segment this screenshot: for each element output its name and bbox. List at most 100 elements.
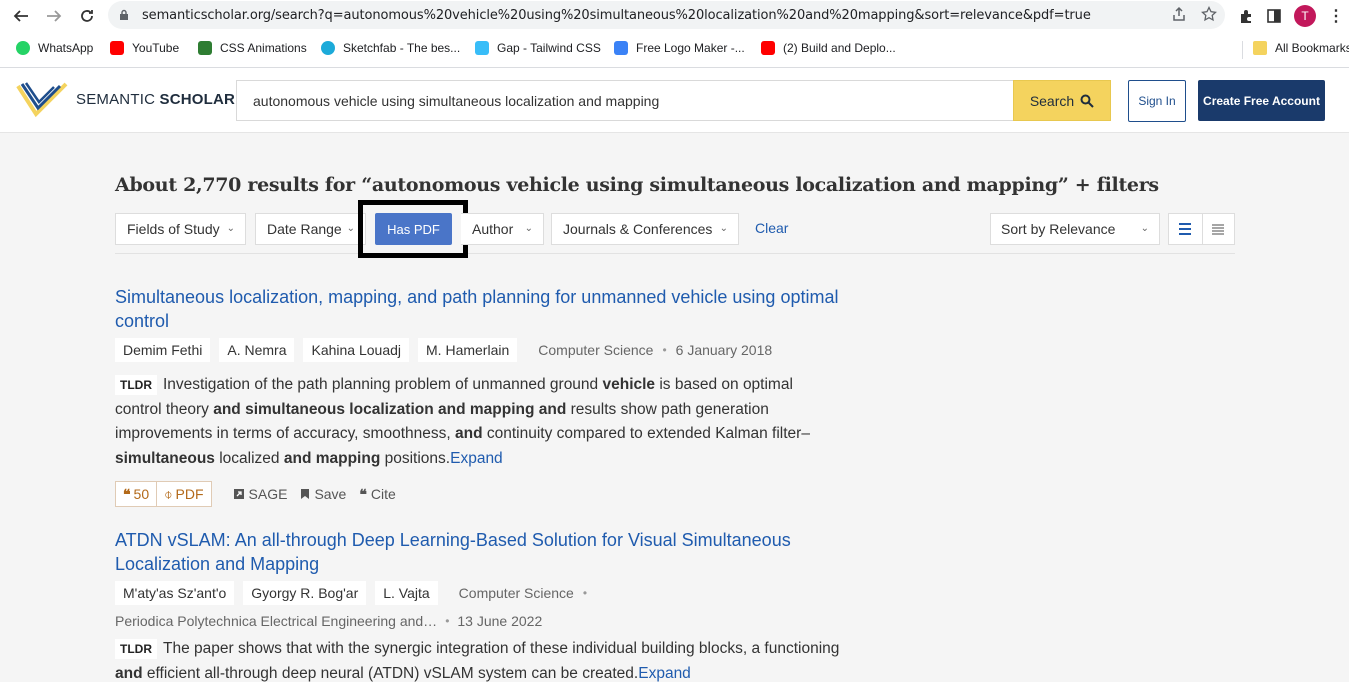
chevron-down-icon: ⌄ xyxy=(226,223,235,234)
source-link[interactable]: SAGE xyxy=(233,486,287,502)
tldr-badge: TLDR xyxy=(115,375,157,395)
semantic-scholar-logo-icon xyxy=(16,82,68,118)
has-pdf-filter[interactable]: Has PDF xyxy=(375,213,452,245)
citation-pdf-group: ❝ 50 ⌽ PDF xyxy=(115,481,212,507)
semantic-scholar-logo[interactable]: SEMANTIC SCHOLAR xyxy=(16,80,235,118)
filters-bar: Fields of Study ⌄ Date Range ⌄ Has PDF Aut… xyxy=(115,200,1235,258)
view-toggle xyxy=(1168,213,1235,245)
site-info-icon[interactable] xyxy=(118,9,130,21)
chevron-down-icon: ⌄ xyxy=(524,223,533,234)
author-filter[interactable]: Author ⌄ xyxy=(461,213,544,245)
result-meta: Demim Fethi A. Nemra Kahina Louadj M. Ha… xyxy=(115,338,855,362)
author-link[interactable]: L. Vajta xyxy=(375,581,438,605)
fields-of-study-filter[interactable]: Fields of Study ⌄ xyxy=(115,213,246,245)
search-button-label: Search xyxy=(1029,92,1075,109)
youtube-icon xyxy=(110,41,124,55)
external-link-icon xyxy=(233,489,244,499)
sketchfab-icon xyxy=(321,41,335,55)
chevron-down-icon: ⌄ xyxy=(1140,223,1149,234)
publication-date: 13 June 2022 xyxy=(457,613,543,629)
field-of-study: Computer Science xyxy=(458,585,574,601)
citation-count-button[interactable]: ❝ 50 xyxy=(116,482,156,506)
date-range-filter[interactable]: Date Range ⌄ xyxy=(255,213,366,245)
result-meta: M'aty'as Sz'ant'o Gyorgy R. Bog'ar L. Va… xyxy=(115,581,855,605)
search-button[interactable]: Search xyxy=(1013,80,1111,121)
bookmarks-divider xyxy=(1242,41,1243,59)
chevron-down-icon: ⌄ xyxy=(719,223,728,234)
results-heading: About 2,770 results for “autonomous vehi… xyxy=(115,174,1159,196)
bookmark-tailwind[interactable]: Gap - Tailwind CSS xyxy=(475,41,601,55)
compact-view-icon[interactable] xyxy=(1201,214,1235,244)
back-arrow-icon[interactable] xyxy=(10,5,32,27)
bookmarks-bar: WhatsApp YouTube CSS Animations Sketchfa… xyxy=(0,32,1349,68)
forward-arrow-icon[interactable] xyxy=(43,5,65,27)
address-bar[interactable]: semanticscholar.org/search?q=autonomous%… xyxy=(108,1,1225,29)
sort-select[interactable]: Sort by Relevance ⌄ xyxy=(990,213,1160,245)
quote-icon: ❝ xyxy=(123,485,131,502)
quote-icon: ❝ xyxy=(359,485,367,502)
list-view-icon[interactable] xyxy=(1169,214,1202,244)
extensions-icon[interactable] xyxy=(1238,8,1254,24)
tailwind-icon xyxy=(475,41,489,55)
all-bookmarks[interactable]: All Bookmarks xyxy=(1253,41,1349,55)
result-actions: ❝ 50 ⌽ PDF SAGE Save ❝ Cite xyxy=(115,481,855,507)
author-link[interactable]: M'aty'as Sz'ant'o xyxy=(115,581,235,605)
browser-menu-icon[interactable]: ⋮ xyxy=(1328,6,1344,26)
clear-filters-link[interactable]: Clear xyxy=(755,220,788,236)
author-link[interactable]: Kahina Louadj xyxy=(303,338,410,362)
logo-text-suffix: SCHOLAR xyxy=(159,90,236,108)
bookmark-youtube[interactable]: YouTube xyxy=(110,41,179,55)
youtube-icon xyxy=(761,41,775,55)
meta-separator: • xyxy=(445,614,450,628)
whatsapp-icon xyxy=(16,41,30,55)
result-title[interactable]: Simultaneous localization, mapping, and … xyxy=(115,285,855,333)
bookmark-icon xyxy=(301,489,310,499)
journals-conferences-filter[interactable]: Journals & Conferences ⌄ xyxy=(551,213,739,245)
expand-link[interactable]: Expand xyxy=(638,665,691,682)
tldr-summary: TLDR The paper shows that with the synerg… xyxy=(115,639,840,682)
venue-name[interactable]: Periodica Polytechnica Electrical Engine… xyxy=(115,613,437,629)
cite-button[interactable]: ❝ Cite xyxy=(359,486,395,503)
reload-icon[interactable] xyxy=(76,5,98,27)
tldr-badge: TLDR xyxy=(115,639,157,659)
logo-text-prefix: SEMANTIC xyxy=(76,90,156,108)
site-header: SEMANTIC SCHOLAR autonomous vehicle usin… xyxy=(0,68,1349,133)
meta-separator: • xyxy=(662,343,667,357)
browser-toolbar: semanticscholar.org/search?q=autonomous%… xyxy=(0,0,1349,32)
pdf-icon: ⌽ xyxy=(164,485,173,502)
search-result: ATDN vSLAM: An all-through Deep Learning… xyxy=(115,528,855,682)
sign-in-button[interactable]: Sign In xyxy=(1128,80,1186,122)
url-text: semanticscholar.org/search?q=autonomous%… xyxy=(142,7,1091,23)
bookmark-build-deploy[interactable]: (2) Build and Deplo... xyxy=(761,41,896,55)
share-icon[interactable] xyxy=(1171,6,1187,22)
search-icon xyxy=(1080,94,1094,108)
profile-avatar[interactable]: T xyxy=(1294,5,1316,27)
chevron-down-icon: ⌄ xyxy=(346,223,355,234)
tldr-summary: TLDR Investigation of the path planning p… xyxy=(115,375,810,467)
bookmark-sketchfab[interactable]: Sketchfab - The bes... xyxy=(321,41,460,55)
bookmark-star-icon[interactable] xyxy=(1201,6,1217,22)
author-link[interactable]: Gyorgy R. Bog'ar xyxy=(243,581,367,605)
publication-date: 6 January 2018 xyxy=(675,342,773,358)
search-result: Simultaneous localization, mapping, and … xyxy=(115,285,855,507)
folder-icon xyxy=(1253,41,1267,55)
meta-separator: • xyxy=(582,586,588,600)
field-of-study: Computer Science xyxy=(538,342,654,358)
expand-link[interactable]: Expand xyxy=(450,450,503,467)
bookmark-css-animations[interactable]: CSS Animations xyxy=(198,41,307,55)
search-input[interactable]: autonomous vehicle using simultaneous lo… xyxy=(236,80,1014,121)
has-pdf-highlight-box: Has PDF xyxy=(358,200,468,258)
pdf-button[interactable]: ⌽ PDF xyxy=(156,482,210,506)
side-panel-icon[interactable] xyxy=(1266,8,1282,24)
author-link[interactable]: A. Nemra xyxy=(219,338,295,362)
save-button[interactable]: Save xyxy=(300,486,346,502)
author-link[interactable]: Demim Fethi xyxy=(115,338,211,362)
result-title[interactable]: ATDN vSLAM: An all-through Deep Learning… xyxy=(115,528,855,576)
bookmark-logo-maker[interactable]: Free Logo Maker -... xyxy=(614,41,745,55)
bookmark-whatsapp[interactable]: WhatsApp xyxy=(16,41,93,55)
logo-maker-icon xyxy=(614,41,628,55)
css-animations-icon xyxy=(198,41,212,55)
author-link[interactable]: M. Hamerlain xyxy=(418,338,518,362)
venue-line: Periodica Polytechnica Electrical Engine… xyxy=(115,613,855,629)
create-account-button[interactable]: Create Free Account xyxy=(1198,80,1325,121)
